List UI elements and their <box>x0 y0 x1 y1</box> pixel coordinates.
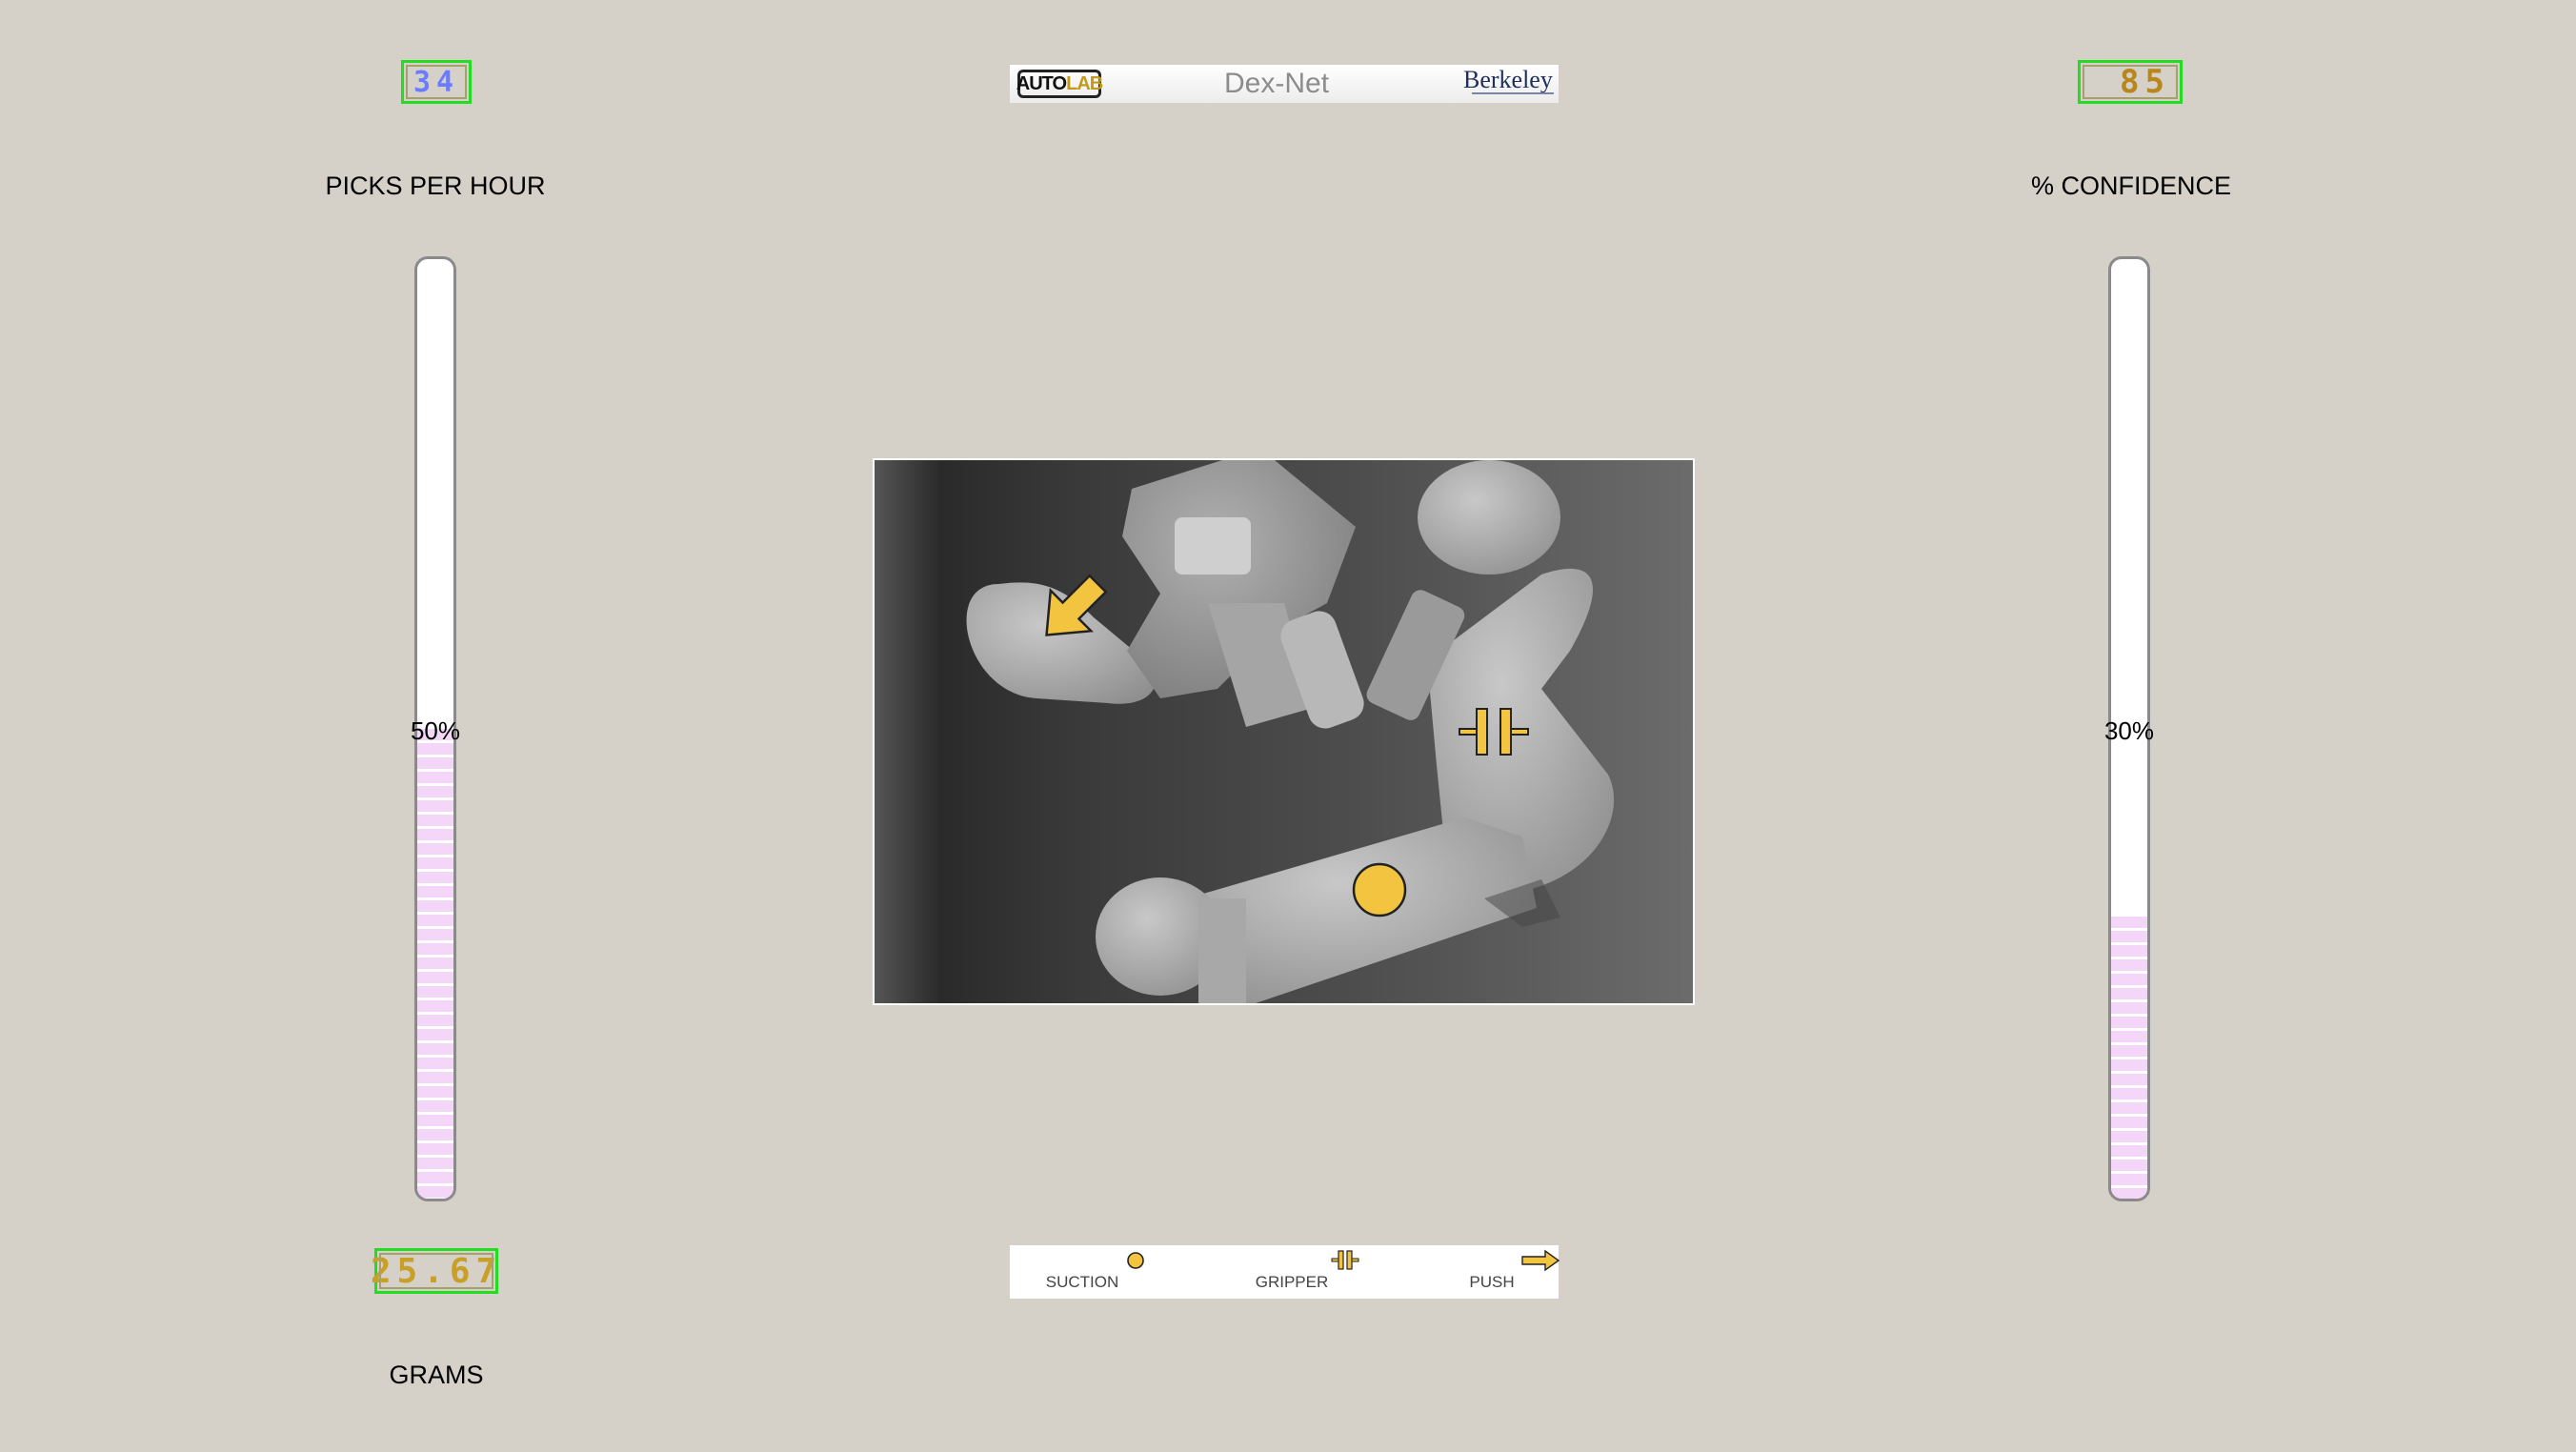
autolab-logo-text-b: LAB <box>1066 72 1103 94</box>
action-legend: SUCTION GRIPPER PUSH <box>1010 1245 1560 1299</box>
suction-circle-icon <box>1352 862 1407 918</box>
autolab-logo-text-a: AUTO <box>1016 72 1067 94</box>
picks-per-hour-gauge-fill <box>417 729 453 1199</box>
legend-gripper-label: GRIPPER <box>1255 1273 1329 1291</box>
header-banner: AUTO LAB Dex-Net Berkeley <box>1010 65 1559 103</box>
picks-per-hour-readout: 34 <box>401 60 472 104</box>
confidence-value: 85 <box>2120 63 2170 101</box>
grams-label: GRAMS <box>389 1361 484 1389</box>
legend-push-label: PUSH <box>1469 1273 1515 1291</box>
legend-item-gripper: GRIPPER <box>1238 1245 1359 1299</box>
grams-readout: 25.67 <box>371 1248 498 1294</box>
grams-value: 25.67 <box>370 1251 503 1291</box>
legend-suction-label: SUCTION <box>1045 1273 1119 1291</box>
berkeley-logo: Berkeley <box>1463 66 1553 93</box>
confidence-readout: 85 <box>2078 60 2183 104</box>
confidence-gauge-fill <box>2111 917 2147 1199</box>
berkeley-logo-underline <box>1472 92 1554 94</box>
legend-item-push: PUSH <box>1444 1245 1560 1299</box>
gripper-legend-icon <box>1331 1250 1359 1270</box>
picks-per-hour-gauge-percent: 50% <box>410 716 461 745</box>
dexnet-title: Dex-Net <box>1224 68 1330 99</box>
confidence-label: % CONFIDENCE <box>2030 171 2231 200</box>
legend-item-suction: SUCTION <box>1029 1245 1144 1299</box>
suction-legend-icon <box>1127 1252 1144 1269</box>
depth-image-svg <box>875 460 1693 1003</box>
autolab-logo: AUTO LAB <box>1016 70 1103 98</box>
confidence-gauge-percent: 30% <box>2103 716 2155 745</box>
depth-image <box>873 458 1695 1005</box>
picks-per-hour-value: 34 <box>413 65 460 99</box>
push-legend-icon <box>1521 1249 1560 1272</box>
picks-per-hour-label: PICKS PER HOUR <box>325 171 546 200</box>
